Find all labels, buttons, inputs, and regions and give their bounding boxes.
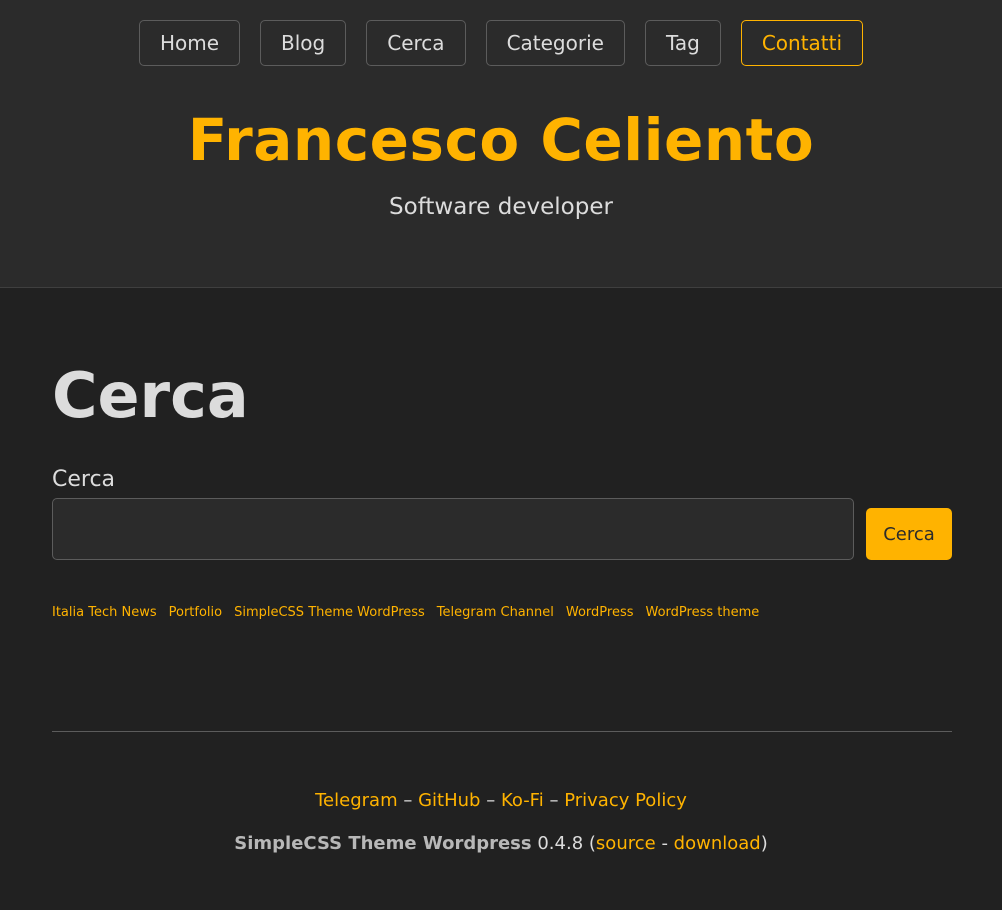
footer-separator: – (549, 790, 559, 811)
footer-link-kofi[interactable]: Ko-Fi (501, 790, 544, 811)
search-button[interactable]: Cerca (866, 508, 952, 560)
nav-home[interactable]: Home (138, 20, 241, 66)
tag-link[interactable]: Italia Tech News (52, 605, 157, 620)
paren-close: ) (760, 833, 768, 854)
footer-link-telegram[interactable]: Telegram (315, 790, 397, 811)
credit-separator: - (661, 833, 668, 854)
nav-tag[interactable]: Tag (644, 20, 721, 66)
nav-cerca[interactable]: Cerca (366, 20, 466, 66)
footer-link-privacy[interactable]: Privacy Policy (564, 790, 687, 811)
nav-contatti[interactable]: Contatti (740, 20, 864, 66)
nav-categorie[interactable]: Categorie (485, 20, 625, 66)
site-description: Software developer (389, 194, 613, 220)
site-header: Home Blog Cerca Categorie Tag Contatti F… (0, 0, 1002, 288)
footer-separator: – (403, 790, 413, 811)
download-link[interactable]: download (674, 833, 761, 854)
nav-blog[interactable]: Blog (260, 20, 347, 66)
footer-separator: – (486, 790, 496, 811)
tag-link[interactable]: WordPress theme (646, 605, 760, 620)
search-input[interactable] (52, 498, 854, 560)
tag-link[interactable]: WordPress (566, 605, 634, 620)
search-label: Cerca (52, 467, 116, 492)
theme-name: SimpleCSS Theme Wordpress (234, 833, 532, 854)
footer-link-github[interactable]: GitHub (418, 790, 480, 811)
main-nav: Home Blog Cerca Categorie Tag Contatti (0, 20, 1002, 66)
paren-open: ( (588, 833, 596, 854)
footer-links: Telegram – GitHub – Ko-Fi – Privacy Poli… (0, 790, 1002, 811)
tag-link[interactable]: Portfolio (169, 605, 222, 620)
page-title: Cerca (52, 359, 249, 432)
tag-link[interactable]: Telegram Channel (437, 605, 554, 620)
site-footer: Telegram – GitHub – Ko-Fi – Privacy Poli… (0, 790, 1002, 854)
footer-divider (52, 731, 952, 732)
source-link[interactable]: source (596, 833, 656, 854)
theme-version: 0.4.8 (537, 833, 584, 854)
tag-link[interactable]: SimpleCSS Theme WordPress (234, 605, 425, 620)
site-title[interactable]: Francesco Celiento (0, 106, 1002, 174)
footer-credit: SimpleCSS Theme Wordpress 0.4.8 (source … (0, 833, 1002, 854)
tag-cloud: Italia Tech News Portfolio SimpleCSS The… (52, 605, 759, 620)
